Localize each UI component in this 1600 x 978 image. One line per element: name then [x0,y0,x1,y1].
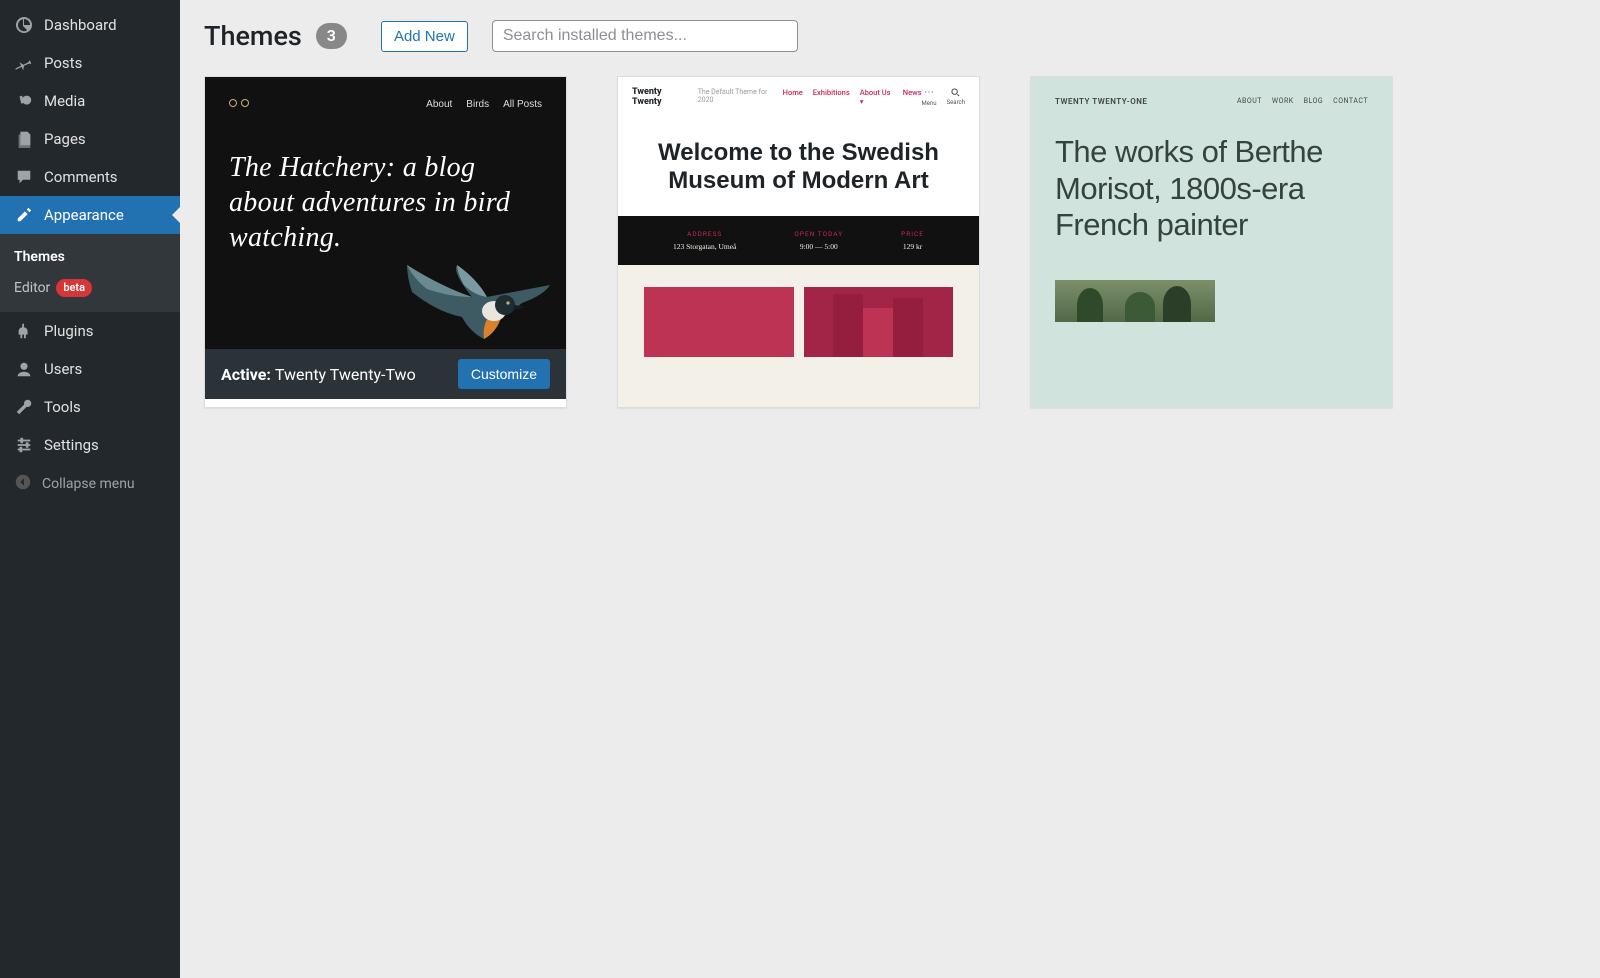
sidebar-item-label: Pages [44,130,86,148]
users-icon [14,359,34,379]
logo-icon [229,99,249,110]
preview-nav: ABOUT WORK BLOG CONTACT [1237,97,1368,106]
theme-card-twenty-twenty-one[interactable]: TWENTY TWENTY-ONE ABOUT WORK BLOG CONTAC… [1030,76,1393,408]
preview-nav: About Birds All Posts [426,99,542,110]
sidebar-item-label: Plugins [44,322,93,340]
tools-icon [14,397,34,417]
sidebar-item-label: Users [44,360,82,378]
appearance-icon [14,205,34,225]
sidebar-item-tools[interactable]: Tools [0,388,180,426]
sidebar-item-media[interactable]: Media [0,82,180,120]
collapse-icon [14,473,32,495]
preview-headline: The Hatchery: a blog about adventures in… [229,150,542,255]
painting-thumbnail [1055,280,1215,322]
settings-icon [14,435,34,455]
bird-illustration [402,257,552,347]
theme-card-footer: Active: Twenty Twenty-Two Customize [205,349,566,399]
theme-card-footer: Twenty Twenty-One [1031,407,1392,408]
preview-nav: Home Exhibitions About Us ▾ News [783,88,922,106]
page-title: Themes [204,20,302,52]
page-header: Themes 3 Add New [204,20,1576,52]
sidebar-item-label: Media [44,92,85,110]
theme-count-badge: 3 [316,23,347,49]
sidebar-item-comments[interactable]: Comments [0,158,180,196]
theme-card-twenty-twenty[interactable]: Twenty Twenty The Default Theme for 2020… [617,76,980,408]
sidebar-item-label: Settings [44,436,99,454]
theme-grid: About Birds All Posts The Hatchery: a bl… [204,76,1576,408]
collapse-menu[interactable]: Collapse menu [0,464,180,504]
dashboard-icon [14,15,34,35]
admin-sidebar: Dashboard Posts Media Pages Comments [0,0,180,978]
pages-icon [14,129,34,149]
sidebar-item-plugins[interactable]: Plugins [0,312,180,350]
sidebar-item-label: Tools [44,398,81,416]
search-icon: Search [947,88,965,106]
search-input[interactable] [492,20,798,52]
sidebar-item-settings[interactable]: Settings [0,426,180,464]
theme-card-footer: Twenty Twenty [618,407,979,408]
beta-badge: beta [56,279,92,297]
media-icon [14,91,34,111]
plugins-icon [14,321,34,341]
sidebar-item-posts[interactable]: Posts [0,44,180,82]
preview-headline: Welcome to the Swedish Museum of Modern … [618,117,979,216]
sidebar-item-users[interactable]: Users [0,350,180,388]
preview-headline: The works of Berthe Morisot, 1800s-era F… [1055,134,1368,244]
search-input-wrap [492,20,798,52]
theme-preview: About Birds All Posts The Hatchery: a bl… [205,77,566,349]
appearance-submenu: Themes Editor beta [0,234,180,312]
sidebar-item-label: Comments [44,168,118,186]
add-new-button[interactable]: Add New [381,21,468,52]
sidebar-item-appearance[interactable]: Appearance [0,196,180,234]
sidebar-item-pages[interactable]: Pages [0,120,180,158]
theme-card-twenty-twenty-two[interactable]: About Birds All Posts The Hatchery: a bl… [204,76,567,408]
active-label: Active: [221,365,271,384]
submenu-item-themes[interactable]: Themes [0,242,180,272]
sidebar-item-dashboard[interactable]: Dashboard [0,6,180,44]
comments-icon [14,167,34,187]
main-content: Themes 3 Add New About Birds All Posts [180,0,1600,978]
sidebar-item-label: Dashboard [44,16,117,34]
sidebar-item-label: Posts [44,54,82,72]
theme-name: Twenty Twenty-Two [275,365,416,384]
pin-icon [14,53,34,73]
theme-preview: Twenty Twenty The Default Theme for 2020… [618,77,979,407]
customize-button[interactable]: Customize [458,359,550,389]
theme-preview: TWENTY TWENTY-ONE ABOUT WORK BLOG CONTAC… [1031,77,1392,407]
submenu-item-editor[interactable]: Editor beta [0,272,180,304]
menu-icon: ⋯Menu [922,87,937,107]
sidebar-item-label: Appearance [44,206,124,224]
